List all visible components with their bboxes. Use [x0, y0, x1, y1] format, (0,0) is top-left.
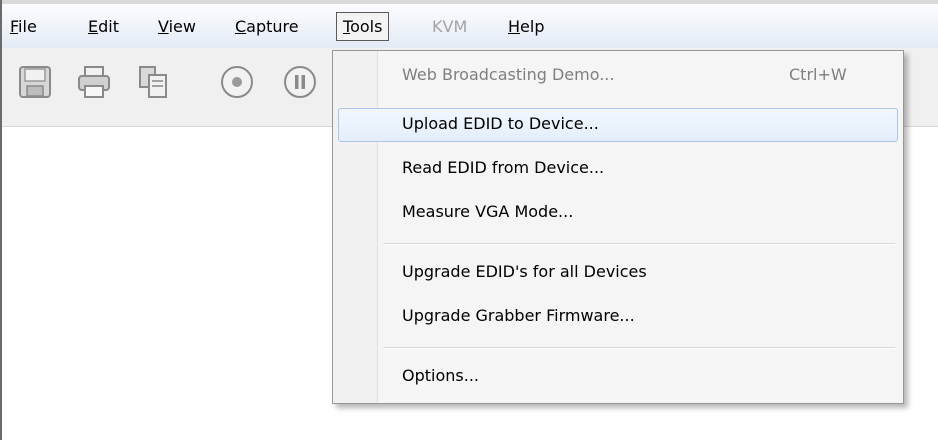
copy-icon	[139, 66, 167, 98]
pause-button[interactable]	[282, 64, 318, 100]
menu-item-label: Upgrade EDID's for all Devices	[402, 262, 647, 281]
menu-capture[interactable]: Capture	[233, 14, 301, 40]
menu-help[interactable]: Help	[506, 14, 546, 40]
menu-item-label: Web Broadcasting Demo...	[402, 65, 615, 84]
save-button[interactable]	[17, 64, 53, 100]
record-button[interactable]	[219, 64, 255, 100]
menu-item-label: Upgrade Grabber Firmware...	[402, 306, 635, 325]
menu-view[interactable]: View	[156, 14, 198, 40]
menu-item-options[interactable]: Options...	[338, 360, 896, 392]
menu-kvm[interactable]: KVM	[430, 14, 469, 40]
menu-item-label: Read EDID from Device...	[402, 158, 605, 177]
menu-file-mnemonic: F	[10, 17, 19, 36]
menu-capture-label-rest: apture	[246, 17, 299, 36]
menu-item-label: Options...	[402, 366, 479, 385]
menu-view-mnemonic: V	[158, 17, 169, 36]
menu-item-label: Upload EDID to Device...	[402, 114, 599, 133]
pause-icon	[284, 66, 316, 98]
menubar: File Edit View Capture Tools KVM Help	[2, 4, 938, 49]
menu-edit[interactable]: Edit	[86, 14, 121, 40]
menu-separator-highlight	[383, 348, 895, 349]
menu-item-label: Measure VGA Mode...	[402, 202, 574, 221]
menu-item-upload-edid[interactable]: Upload EDID to Device...	[338, 108, 898, 142]
print-icon	[78, 66, 110, 98]
menu-help-label-rest: elp	[520, 17, 545, 36]
print-button[interactable]	[76, 64, 112, 100]
save-icon	[19, 66, 51, 98]
menu-help-mnemonic: H	[508, 17, 521, 36]
menu-item-upgrade-edids[interactable]: Upgrade EDID's for all Devices	[338, 256, 896, 288]
menu-separator-highlight	[383, 244, 895, 245]
menu-item-measure-vga-mode[interactable]: Measure VGA Mode...	[338, 196, 896, 228]
copy-button[interactable]	[135, 64, 171, 100]
menu-tools[interactable]: Tools	[336, 12, 390, 41]
menu-item-upgrade-grabber-firmware[interactable]: Upgrade Grabber Firmware...	[338, 300, 896, 332]
menu-file[interactable]: File	[8, 14, 39, 40]
record-icon	[221, 66, 253, 98]
tools-dropdown-menu: Web Broadcasting Demo... Ctrl+W Upload E…	[332, 50, 904, 404]
menu-item-shortcut: Ctrl+W	[789, 65, 847, 84]
menu-tools-label-rest: ools	[350, 17, 383, 36]
menu-tools-mnemonic: T	[343, 17, 351, 36]
menu-view-label-rest: iew	[168, 17, 196, 36]
menu-edit-label-rest: dit	[98, 17, 119, 36]
menu-item-web-broadcasting-demo[interactable]: Web Broadcasting Demo... Ctrl+W	[338, 59, 896, 91]
menu-file-label-rest: ile	[18, 17, 37, 36]
menu-item-read-edid[interactable]: Read EDID from Device...	[338, 152, 896, 184]
menu-edit-mnemonic: E	[88, 17, 99, 36]
menu-capture-mnemonic: C	[235, 17, 247, 36]
